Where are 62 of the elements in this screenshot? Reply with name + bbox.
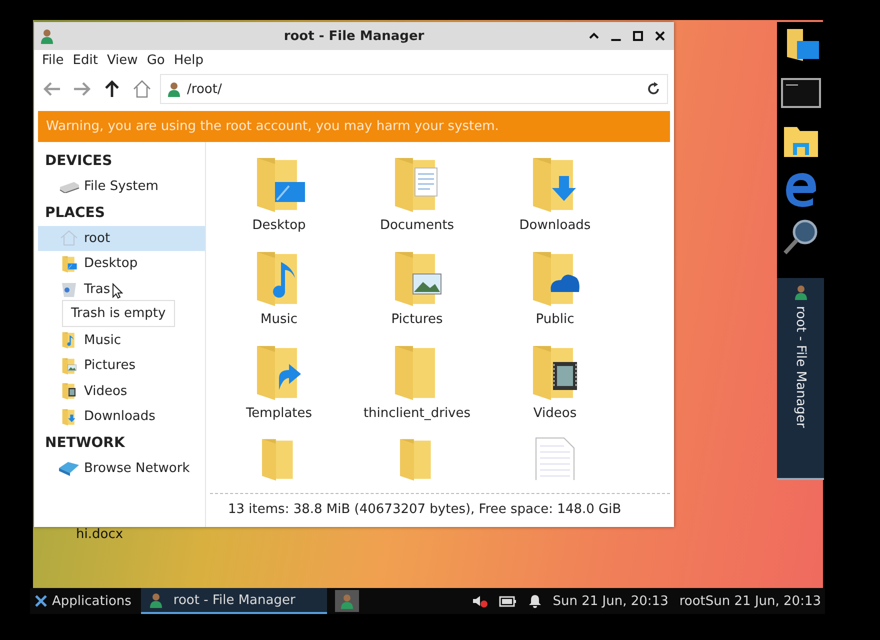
network-icon — [58, 459, 80, 478]
applications-icon — [34, 594, 48, 608]
menu-item[interactable]: Edit — [72, 53, 98, 68]
tooltip: Trash is empty — [62, 300, 175, 327]
folder-tile[interactable]: thinclient_drives — [363, 342, 471, 436]
folder-tile[interactable]: Public — [525, 248, 585, 342]
user-icon — [794, 284, 808, 300]
volume-muted-icon[interactable] — [472, 594, 488, 608]
pictures-folder-icon — [60, 356, 78, 376]
folder-tile[interactable]: Templates — [246, 342, 312, 436]
user-icon — [340, 593, 354, 609]
drive-icon — [58, 180, 80, 193]
home-icon — [132, 79, 152, 99]
close-icon — [654, 30, 666, 42]
workspace-button[interactable] — [335, 590, 360, 612]
sidebar-item[interactable]: Downloads — [38, 404, 205, 430]
user-icon — [167, 81, 181, 97]
applications-menu[interactable]: Applications — [30, 594, 136, 608]
notification-bell-icon[interactable] — [528, 594, 542, 608]
folder-tile[interactable]: Pictures — [387, 248, 447, 342]
minimize-icon — [610, 39, 622, 41]
menu-item[interactable]: Help — [174, 53, 204, 68]
videos-folder-icon — [60, 381, 78, 402]
task-button[interactable]: root - File Manager — [141, 588, 328, 614]
folder-tile[interactable]: Videos — [525, 342, 585, 436]
downloads-folder-icon — [60, 406, 78, 427]
section-heading: PLACES — [44, 204, 106, 222]
folder-tile[interactable]: Music — [249, 248, 309, 342]
battery-icon[interactable] — [498, 595, 517, 607]
folder-tile[interactable]: Downloads — [519, 154, 591, 248]
trash-icon — [60, 280, 78, 298]
sidebar-item[interactable]: root — [38, 226, 205, 251]
folder-tile[interactable]: Desktop — [249, 154, 309, 248]
user-icon — [149, 592, 164, 608]
menu-item[interactable]: View — [106, 53, 138, 68]
app-icon — [40, 28, 54, 44]
folder-tile[interactable]: Documents — [380, 154, 454, 248]
menu-item[interactable]: Go — [146, 53, 165, 68]
status-bar: 13 items: 38.8 MiB (40673207 bytes), Free space: 148.0 GiB — [210, 493, 670, 527]
section-heading: DEVICES — [44, 152, 114, 171]
sidebar-item[interactable]: File System — [38, 174, 205, 200]
maximize-icon — [632, 30, 644, 42]
warning-banner: Warning, you are using the root account, you may harm your system. — [38, 111, 670, 142]
menu-item[interactable]: File — [42, 53, 64, 68]
sidebar-item[interactable]: Music — [38, 328, 205, 353]
user-clock[interactable]: rootSun 21 Jun, 20:13 — [679, 594, 821, 608]
desktop-folder-icon — [60, 254, 78, 274]
sidebar-item[interactable]: Videos — [38, 378, 205, 404]
cursor-icon — [112, 283, 123, 299]
task-button[interactable]: root - File Manager — [777, 278, 824, 480]
sidebar-item[interactable]: Desktop — [38, 251, 205, 276]
clock[interactable]: Sun 21 Jun, 20:13 — [552, 594, 668, 608]
section-heading: NETWORK — [44, 434, 126, 452]
sidebar-item[interactable]: Pictures — [38, 353, 205, 378]
home-icon — [60, 229, 78, 248]
location-field[interactable]: /root/ — [160, 74, 668, 104]
sidebar-item[interactable]: Browse Network — [38, 456, 205, 481]
reload-icon[interactable] — [647, 82, 661, 96]
maximize-button[interactable] — [630, 28, 646, 44]
window-title: root - File Manager — [284, 28, 424, 44]
desktop-icon-label[interactable]: hi.docx — [76, 527, 124, 542]
sidebar-item[interactable]: Tras — [38, 276, 205, 302]
